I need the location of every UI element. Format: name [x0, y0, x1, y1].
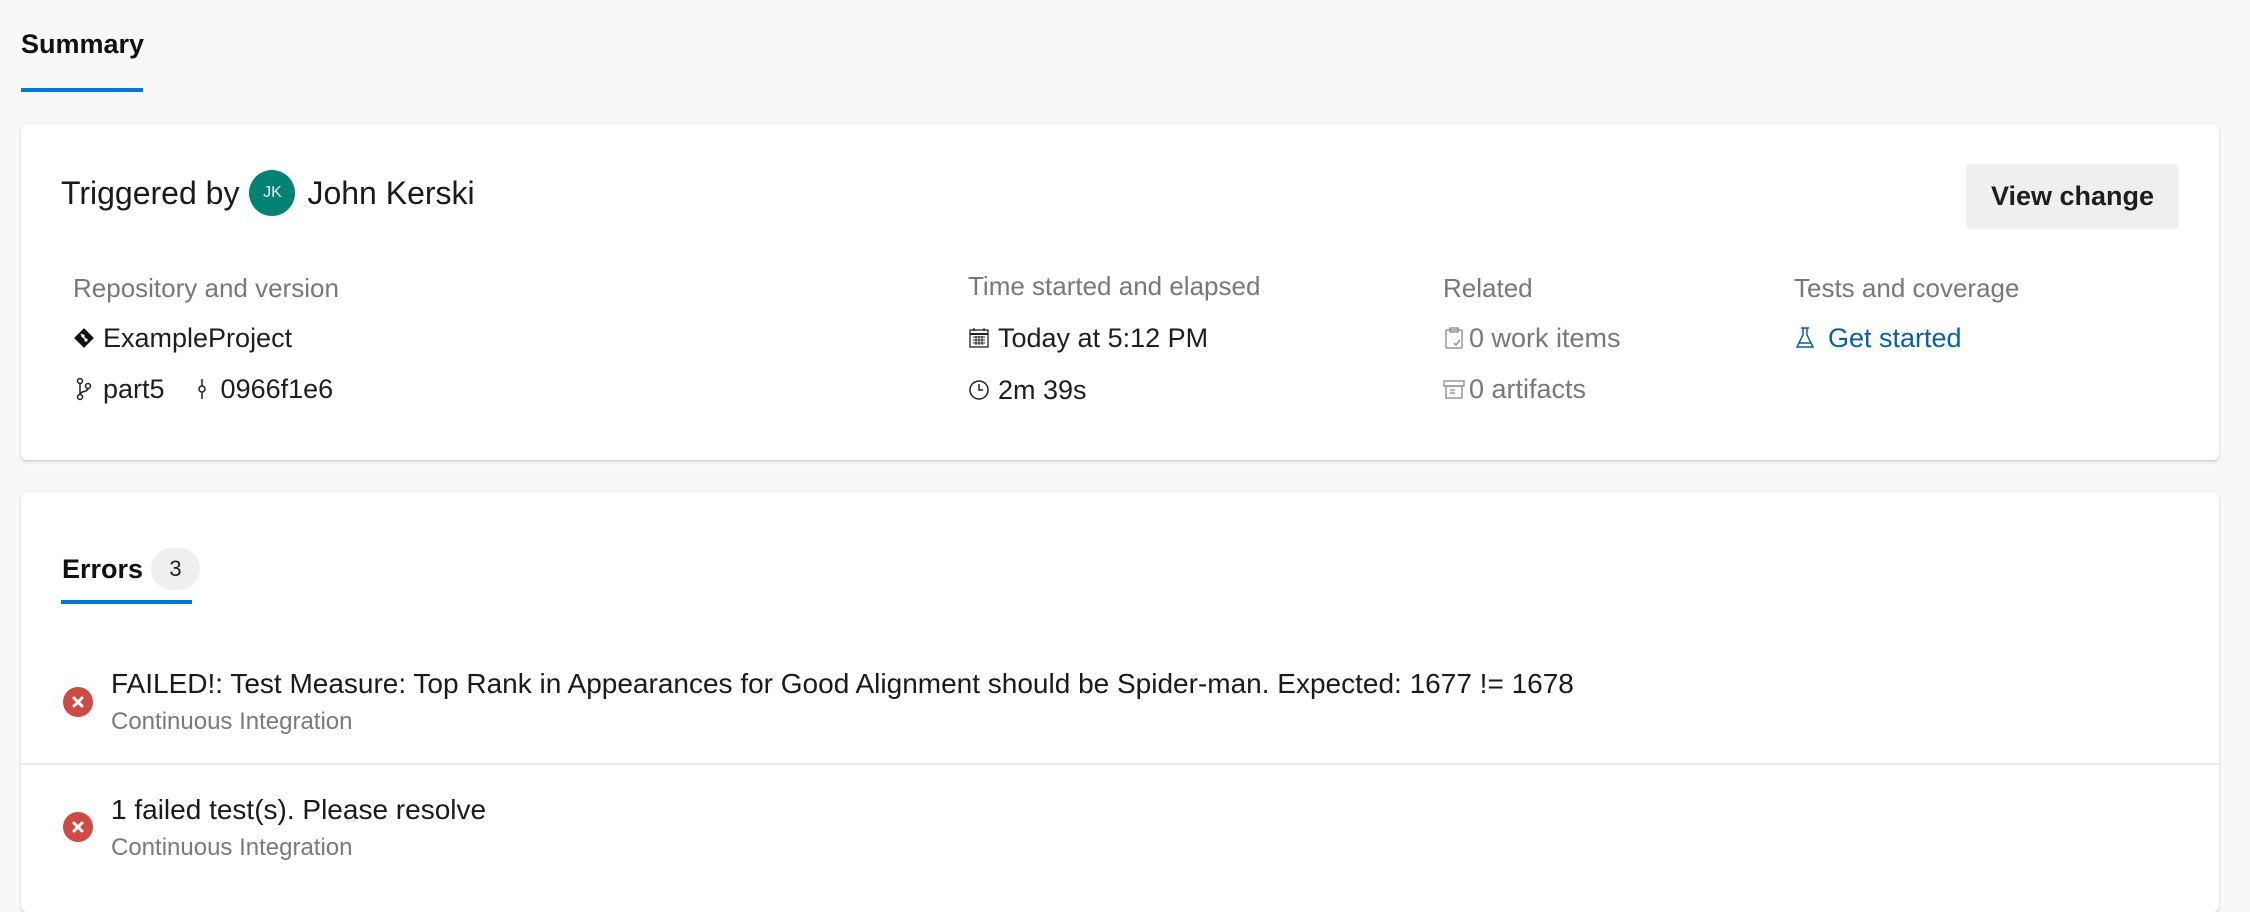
clock-icon	[968, 378, 990, 402]
error-list-item[interactable]: FAILED!: Test Measure: Top Rank in Appea…	[21, 642, 2219, 764]
time-label: Time started and elapsed	[968, 271, 1261, 301]
tab-errors-active-indicator	[61, 600, 192, 604]
repository-link[interactable]: ExampleProject	[73, 321, 292, 355]
view-change-button[interactable]: View change	[1966, 164, 2179, 229]
errors-card: Errors 3 FAILED!: Test Measure: Top Rank…	[21, 492, 2219, 912]
commit-icon	[191, 377, 213, 401]
avatar[interactable]: JK	[249, 170, 296, 216]
branch-name[interactable]: part5	[103, 372, 165, 406]
time-elapsed-value: 2m 39s	[998, 375, 1087, 405]
time-elapsed: 2m 39s	[968, 373, 1087, 407]
clipboard-icon	[1443, 326, 1465, 350]
tab-summary[interactable]: Summary	[21, 27, 144, 61]
time-started-value: Today at 5:12 PM	[998, 323, 1209, 353]
repository-name: ExampleProject	[103, 323, 293, 353]
tests-label: Tests and coverage	[1794, 273, 2020, 303]
errors-count-badge: 3	[151, 548, 201, 590]
triggered-by: Triggered by JK John Kerski	[61, 170, 475, 216]
error-icon	[63, 812, 93, 842]
artifacts-count: 0 artifacts	[1469, 374, 1587, 404]
related-label: Related	[1443, 273, 1533, 303]
commit-id[interactable]: 0966f1e6	[221, 372, 334, 406]
tab-summary-active-indicator	[21, 88, 143, 92]
git-repo-icon	[73, 326, 95, 350]
work-items-link[interactable]: 0 work items	[1443, 321, 1621, 355]
branch-icon	[73, 377, 95, 401]
get-started-label: Get started	[1828, 323, 1962, 353]
error-title: FAILED!: Test Measure: Top Rank in Appea…	[111, 668, 1574, 699]
tab-errors[interactable]: Errors 3	[62, 548, 201, 590]
user-name[interactable]: John Kerski	[307, 173, 474, 213]
errors-tab-label: Errors	[62, 554, 144, 584]
error-source: Continuous Integration	[111, 834, 353, 861]
archive-icon	[1443, 377, 1465, 401]
repository-label: Repository and version	[73, 273, 339, 303]
artifacts-link[interactable]: 0 artifacts	[1443, 372, 1586, 406]
version-row: part5 0966f1e6	[73, 372, 333, 406]
calendar-icon	[968, 326, 990, 350]
work-items-count: 0 work items	[1469, 323, 1621, 353]
error-list-item[interactable]: 1 failed test(s). Please resolve Continu…	[21, 765, 2219, 887]
error-source: Continuous Integration	[111, 708, 353, 735]
error-title: 1 failed test(s). Please resolve	[111, 794, 487, 825]
get-started-link[interactable]: Get started	[1794, 321, 1962, 355]
flask-icon	[1794, 326, 1816, 350]
triggered-by-label: Triggered by	[61, 175, 240, 211]
error-icon	[63, 687, 93, 717]
time-started: Today at 5:12 PM	[968, 321, 1208, 355]
run-summary-card: Triggered by JK John Kerski View change …	[21, 124, 2219, 460]
